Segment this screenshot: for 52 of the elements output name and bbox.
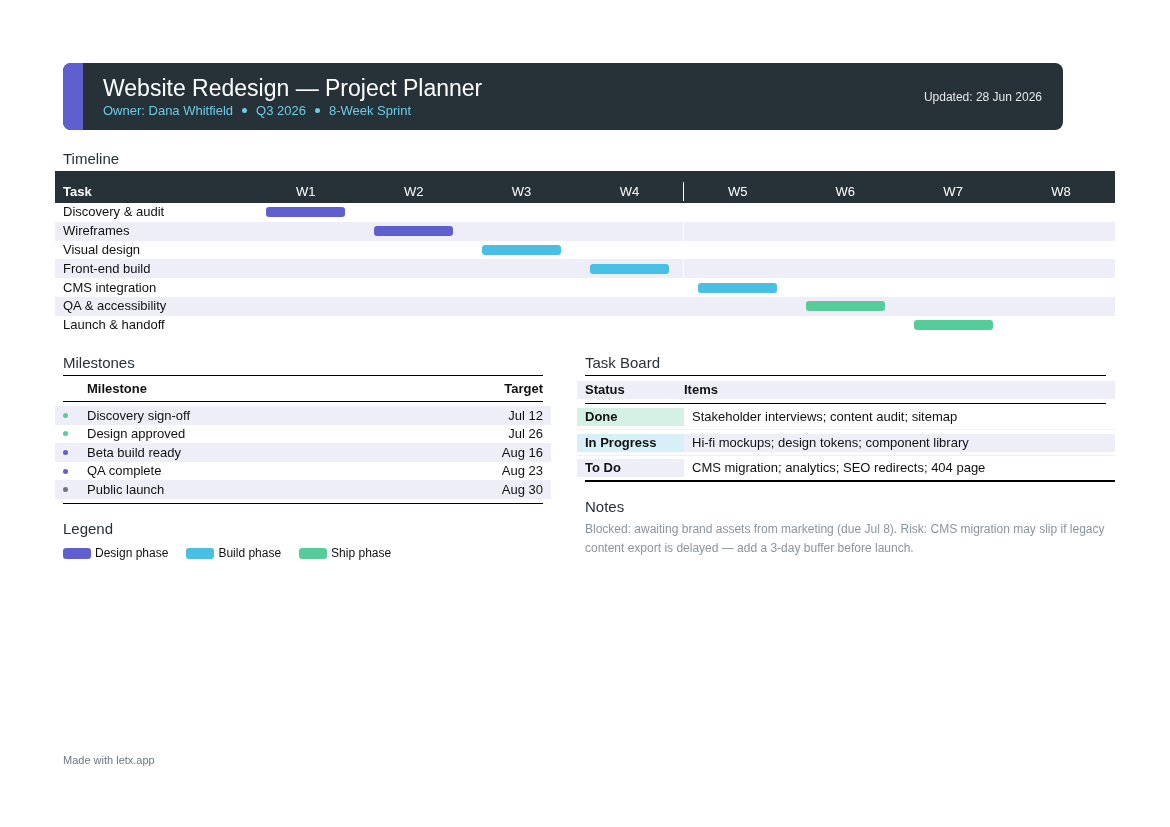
column-header: Status <box>584 381 626 400</box>
task-name: Front-end build <box>62 259 152 278</box>
target-date: Jul 26 <box>508 425 543 444</box>
legend-label: Design phase <box>95 545 169 562</box>
task-items: CMS migration; analytics; SEO redirects; 404 page <box>691 459 987 477</box>
column-header: Milestone <box>86 379 148 398</box>
updated-date: Updated: 28 Jun 2026 <box>923 88 1043 106</box>
legend-label: Build phase <box>218 545 282 562</box>
milestone-name: Discovery sign-off <box>87 406 192 425</box>
status-label: Done <box>577 407 684 426</box>
column-header: W4 <box>618 182 641 201</box>
notes-text: Blocked: awaiting brand assets from marketing (due Jul 8). Risk: CMS migration may slip if legacy content export is delayed — add a 3-day buffer before launch. <box>585 521 1106 557</box>
status-label: In Progress <box>577 433 684 452</box>
section-title: Milestones <box>63 353 135 373</box>
column-header: Task <box>62 182 93 201</box>
milestone-name: Public launch <box>87 480 166 499</box>
column-header: W7 <box>942 182 964 201</box>
column-header: Target <box>504 379 543 398</box>
target-date: Aug 23 <box>501 462 543 481</box>
column-header: W5 <box>683 181 792 201</box>
task-name: Visual design <box>62 241 142 259</box>
section-title: Notes <box>585 497 625 517</box>
task-name: Discovery & audit <box>62 203 166 222</box>
task-name: Wireframes <box>62 222 131 241</box>
milestone-name: Design approved <box>87 425 187 444</box>
subtitle-text: 8-Week Sprint <box>328 101 412 120</box>
target-date: Aug 30 <box>501 480 543 499</box>
column-header: W6 <box>834 182 856 201</box>
milestone-name: QA complete <box>87 462 163 481</box>
column-header: Items <box>684 381 718 400</box>
task-name: CMS integration <box>62 278 158 297</box>
subtitle-text: Owner: Dana Whitfield <box>103 101 234 120</box>
target-date: Jul 12 <box>508 406 543 425</box>
milestone-name: Beta build ready <box>87 443 182 462</box>
legend-label: Ship phase <box>331 545 392 562</box>
column-header: W3 <box>510 182 533 201</box>
column-header: W1 <box>295 182 317 201</box>
footer-text: Made with letx.app <box>63 753 155 768</box>
task-name: Launch & handoff <box>62 316 166 335</box>
section-title: Task Board <box>585 353 661 373</box>
status-label: To Do <box>577 459 684 477</box>
target-date: Aug 16 <box>501 443 543 462</box>
column-header: W8 <box>1050 182 1072 201</box>
section-title: Timeline <box>63 149 120 169</box>
task-name: QA & accessibility <box>62 297 168 316</box>
task-items: Stakeholder interviews; content audit; sitemap <box>691 407 959 426</box>
accent-bar <box>63 63 83 130</box>
section-title: Legend <box>63 519 114 539</box>
task-items: Hi-fi mockups; design tokens; component library <box>684 433 1115 452</box>
subtitle-text: Q3 2026 <box>256 101 306 120</box>
column-header: W2 <box>402 182 425 201</box>
page-title: Website Redesign — Project Planner <box>103 73 484 102</box>
